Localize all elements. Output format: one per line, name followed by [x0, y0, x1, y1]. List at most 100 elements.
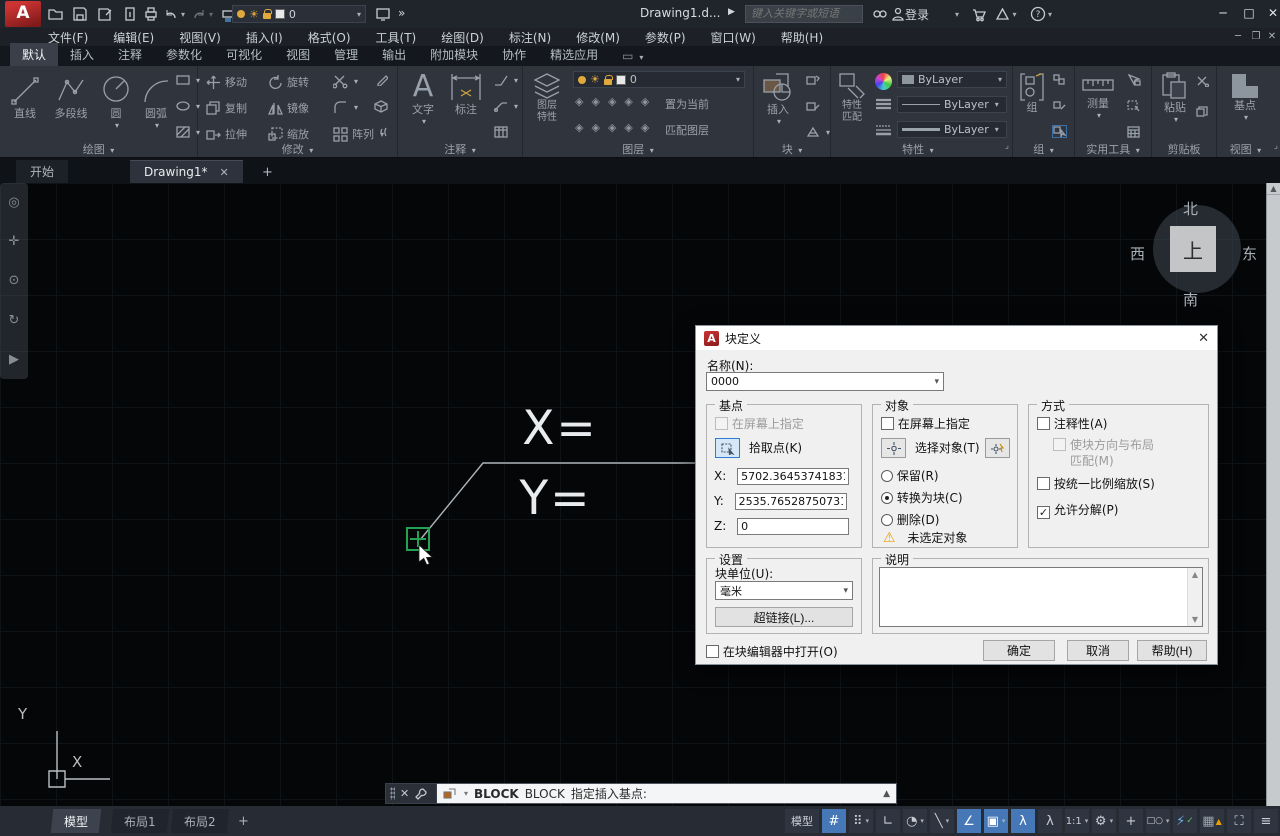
viewcube-north-label[interactable]: 北	[1183, 198, 1198, 219]
select-objects-icon[interactable]	[881, 438, 906, 458]
model-paper-toggle[interactable]: 模型	[785, 809, 819, 833]
arc-tool[interactable]: 圆弧▾	[138, 72, 174, 130]
tab-output[interactable]: 输出	[370, 43, 418, 66]
qat-layer-control[interactable]: ☀ 0 ▾	[232, 5, 366, 23]
save-icon[interactable]	[69, 3, 91, 25]
allow-explode-checkbox[interactable]: 允许分解(P)	[1037, 501, 1118, 519]
explode-tool[interactable]	[374, 100, 388, 113]
fillet-tool[interactable]: ▾	[333, 100, 358, 115]
move-tool[interactable]: 移动	[206, 74, 247, 90]
layer-thaw-all-icon[interactable]: ◈	[608, 122, 616, 133]
tab-visualize[interactable]: 可视化	[214, 43, 274, 66]
insert-block-tool[interactable]: 插入▾	[758, 72, 798, 126]
mleader-tool[interactable]: ▾	[494, 100, 518, 112]
create-block-tool[interactable]	[806, 74, 820, 86]
description-textarea[interactable]: ▲ ▼	[879, 567, 1203, 627]
block-name-combo[interactable]: 0000 ▾	[706, 372, 944, 391]
text-tool[interactable]: A 文字▾	[406, 70, 440, 126]
app-logo-icon[interactable]: A	[5, 1, 41, 27]
model-tab[interactable]: 模型	[51, 809, 102, 833]
polyline-tool[interactable]: 多段线	[48, 72, 94, 121]
scroll-down-icon[interactable]: ▼	[1192, 615, 1198, 624]
offset-tool[interactable]	[374, 126, 388, 138]
copy-clip-tool[interactable]	[1196, 106, 1209, 117]
close-command-icon[interactable]: ✕	[400, 787, 409, 800]
circle-tool[interactable]: 圆▾	[98, 72, 134, 130]
drag-handle-icon[interactable]	[390, 787, 395, 800]
tab-featured-apps[interactable]: 精选应用	[538, 43, 610, 66]
tab-home[interactable]: 默认	[10, 43, 58, 66]
panel-label-utilities[interactable]: 实用工具 ▾	[1075, 141, 1151, 157]
lineweight-combo[interactable]: ByLayer ▾	[897, 121, 1007, 138]
signin-label[interactable]: 登录	[905, 6, 929, 23]
table-tool[interactable]	[494, 126, 508, 138]
pick-point-icon[interactable]	[715, 438, 740, 458]
make-current-icon[interactable]: ◈	[641, 96, 649, 107]
layer-select-combo[interactable]: ☀ 0 ▾	[573, 71, 745, 88]
tab-collaborate[interactable]: 协作	[490, 43, 538, 66]
maximize-button[interactable]: □	[1238, 6, 1260, 20]
tab-view[interactable]: 视图	[274, 43, 322, 66]
isometric-drafting-toggle[interactable]: ╲▾	[930, 809, 954, 833]
z-coordinate-input[interactable]	[737, 518, 849, 535]
stretch-tool[interactable]: 拉伸	[206, 126, 247, 142]
retain-radio[interactable]: 保留(R)	[881, 467, 939, 484]
linetype-combo[interactable]: ByLayer ▾	[897, 96, 1007, 113]
match-properties-tool[interactable]: 特性匹配	[833, 72, 871, 123]
block-attributes-tool[interactable]: ▾	[806, 126, 830, 138]
title-flyout-icon[interactable]: ▶	[728, 7, 735, 17]
menu-help[interactable]: 帮助(H)	[781, 29, 823, 46]
open-in-block-editor-checkbox[interactable]: 在块编辑器中打开(O)	[706, 643, 838, 660]
save-as-icon[interactable]	[94, 3, 116, 25]
panel-label-modify[interactable]: 修改 ▾	[198, 141, 397, 157]
ribbon-display-toggle-icon[interactable]: ▭ ▾	[610, 46, 655, 66]
group-selection-tool[interactable]	[1053, 126, 1066, 137]
dimension-tool[interactable]: 标注	[446, 70, 486, 117]
layout2-tab[interactable]: 布局2	[171, 809, 229, 833]
object-snap-toggle[interactable]: ▣▾	[984, 809, 1008, 833]
delete-radio[interactable]: 删除(D)	[881, 511, 939, 528]
viewcube-south-label[interactable]: 南	[1183, 289, 1198, 310]
cut-tool[interactable]	[1196, 76, 1209, 87]
tab-manage[interactable]: 管理	[322, 43, 370, 66]
dialog-title-bar[interactable]: A 块定义 ✕	[696, 326, 1217, 350]
command-grip[interactable]: ✕	[385, 783, 437, 804]
command-input[interactable]: ▾ BLOCK BLOCK 指定插入基点: ▲	[437, 783, 897, 804]
panel-label-layers[interactable]: 图层 ▾	[523, 141, 753, 157]
doc-restore-button[interactable]: ❐	[1248, 31, 1264, 42]
annotation-scale-button[interactable]: 1:1▾	[1065, 809, 1089, 833]
plot-icon[interactable]	[140, 3, 162, 25]
grid-display-toggle[interactable]: #	[822, 809, 846, 833]
base-view-tool[interactable]: 基点▾	[1225, 72, 1265, 122]
workspace-switching-button[interactable]: ⚙▾	[1092, 809, 1116, 833]
doc-minimize-button[interactable]: ─	[1230, 31, 1246, 42]
doc-close-button[interactable]: ✕	[1264, 31, 1280, 42]
annotation-monitor-toggle[interactable]: +	[1119, 809, 1143, 833]
panel-label-group[interactable]: 组 ▾	[1013, 141, 1074, 157]
annotation-visibility-toggle[interactable]: λ	[1011, 809, 1035, 833]
paste-tool[interactable]: 粘贴▾	[1156, 72, 1194, 124]
layer-properties-tool[interactable]: 图层特性	[527, 72, 567, 123]
new-tab-icon[interactable]: +	[262, 165, 273, 180]
annotation-autoscale-toggle[interactable]: λ	[1038, 809, 1062, 833]
a360-icon[interactable]: ▾	[995, 3, 1017, 25]
tab-annotate[interactable]: 注释	[106, 43, 154, 66]
panel-label-view[interactable]: 视图 ▾ ⌟	[1217, 141, 1280, 157]
color-wheel-icon[interactable]	[875, 73, 892, 90]
signin-caret-icon[interactable]: ▾	[955, 10, 959, 19]
select-objects-button[interactable]: 选择对象(T)	[881, 438, 980, 458]
tab-insert[interactable]: 插入	[58, 43, 106, 66]
viewcube-west-label[interactable]: 西	[1130, 243, 1145, 264]
selection-filtering-button[interactable]: □○▾	[1146, 809, 1170, 833]
dialog-close-icon[interactable]: ✕	[1198, 331, 1209, 346]
uniform-scale-checkbox[interactable]: 按统一比例缩放(S)	[1037, 475, 1155, 492]
panel-label-block[interactable]: 块 ▾	[754, 141, 830, 157]
x-coordinate-input[interactable]	[737, 468, 849, 485]
snap-mode-toggle[interactable]: ⠿▾	[849, 809, 873, 833]
checkbox-icon[interactable]	[1037, 477, 1050, 490]
hatch-tool[interactable]: ▾	[176, 126, 200, 138]
qat-more-icon[interactable]: »	[398, 6, 405, 20]
minimize-button[interactable]: ─	[1212, 6, 1234, 20]
search-input[interactable]	[745, 5, 863, 23]
layer-unlock-icon[interactable]: ◈	[624, 122, 632, 133]
